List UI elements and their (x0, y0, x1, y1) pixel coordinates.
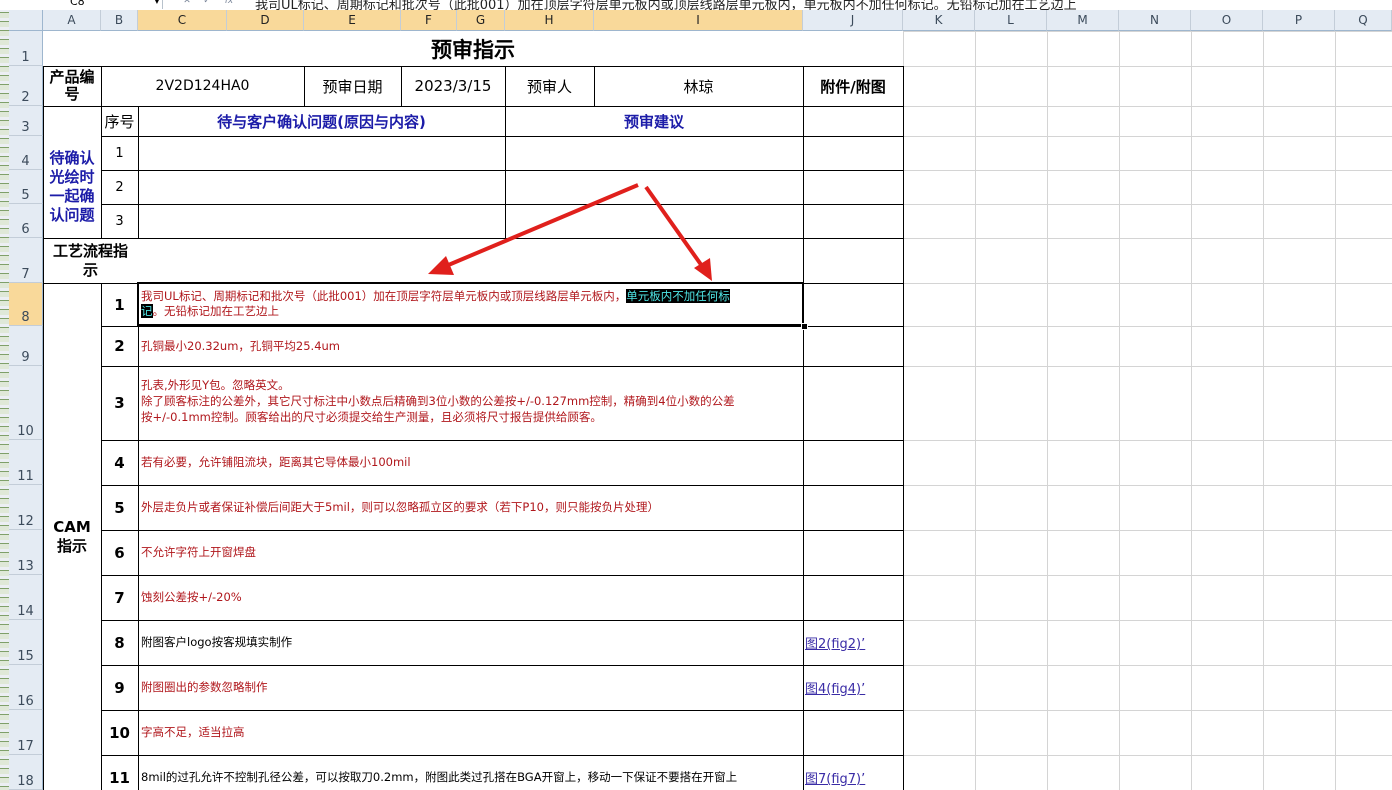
annotation-arrow-right (644, 185, 704, 268)
spreadsheet-window: C8 ▼ ✕ ✓ fx 我司UL标记、周期标记和批次号（此批001）加在顶层字符… (0, 0, 1392, 790)
annotation-arrow-left (445, 183, 639, 268)
annotation-arrows (428, 183, 712, 281)
